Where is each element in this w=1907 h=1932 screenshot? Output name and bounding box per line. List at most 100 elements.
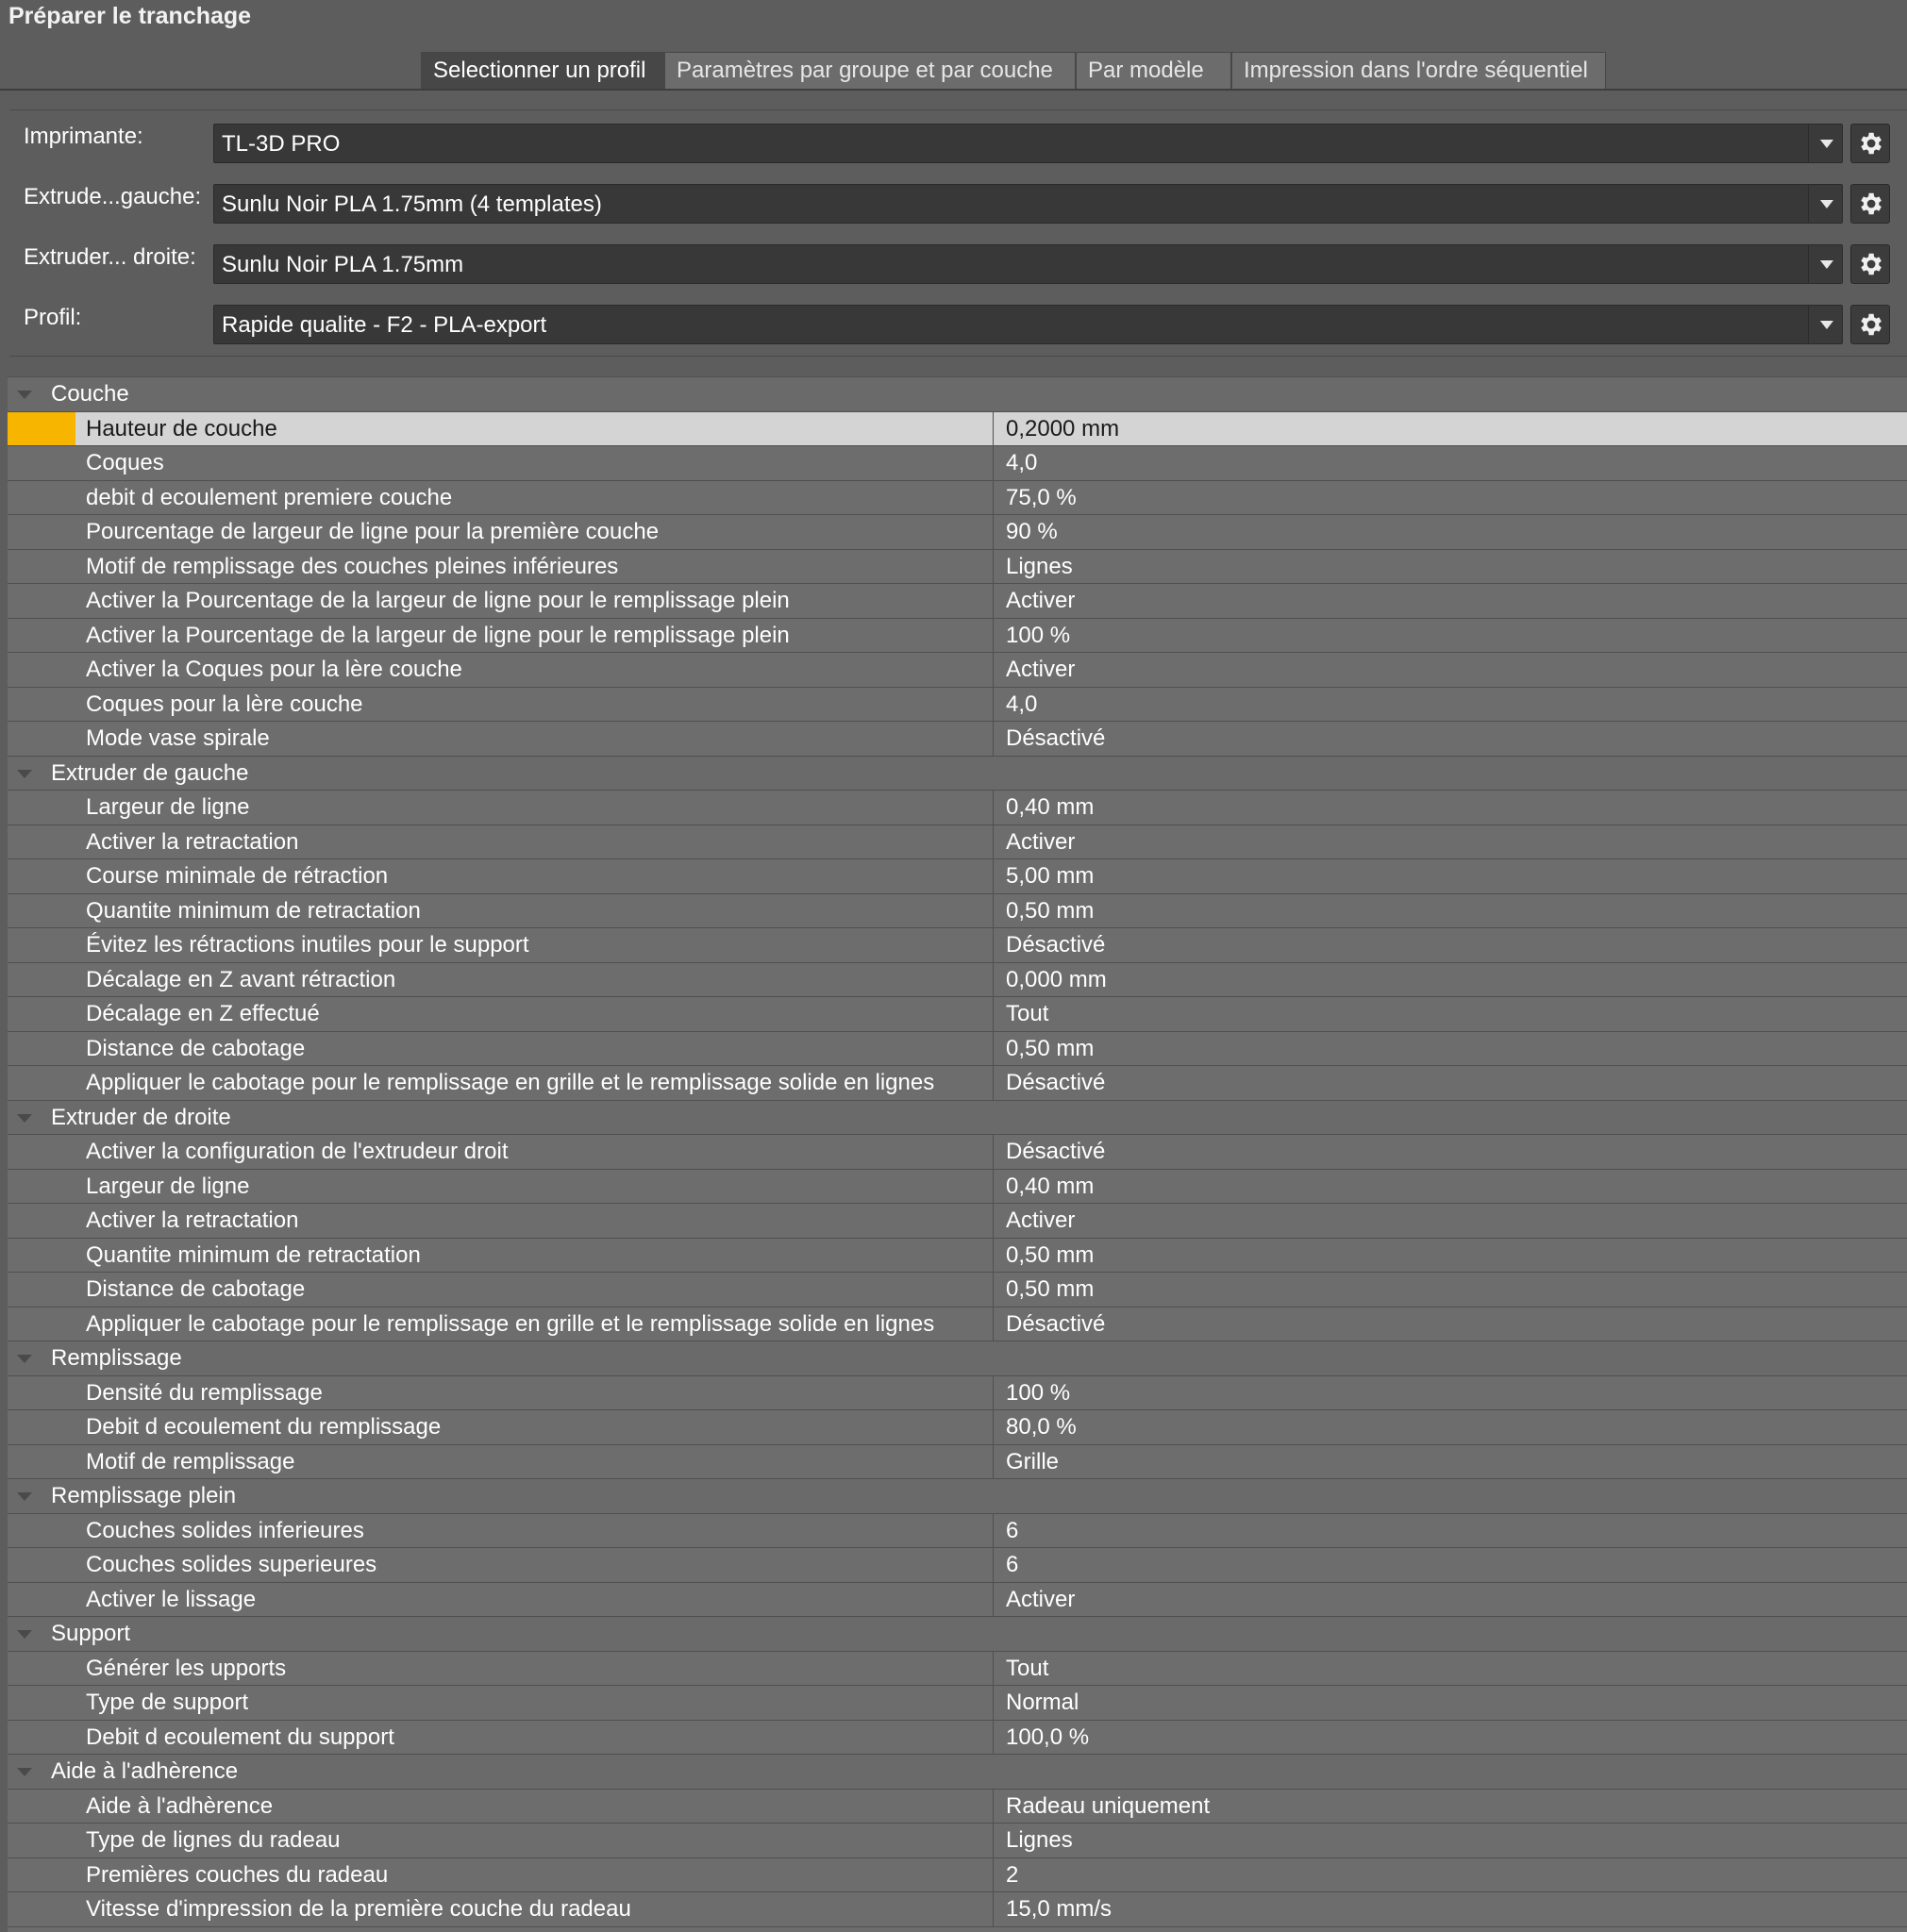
disclosure-triangle-icon[interactable] (17, 1492, 32, 1501)
setting-value[interactable]: Désactivé (993, 928, 1907, 962)
setting-row[interactable]: Type de lignes du radeau Lignes (8, 1824, 1907, 1858)
disclosure-triangle-icon[interactable] (17, 1630, 32, 1639)
setting-row[interactable]: Couches solides inferieures 6 (8, 1513, 1907, 1548)
setting-value[interactable]: Activer (993, 824, 1907, 858)
setting-value[interactable]: 5,00 mm (993, 859, 1907, 893)
chevron-down-icon[interactable] (1808, 125, 1842, 162)
setting-value[interactable]: 100 % (993, 1375, 1907, 1409)
setting-row[interactable]: Premières couches du radeau 2 (8, 1857, 1907, 1892)
setting-value[interactable]: 0,2000 mm (993, 411, 1907, 445)
setting-row[interactable]: Coques pour la lère couche 4,0 (8, 687, 1907, 722)
setting-row[interactable]: Course minimale de rétraction 5,00 mm (8, 859, 1907, 894)
group-row[interactable]: Remplissage (8, 1341, 1907, 1376)
setting-value[interactable]: 4,0 (993, 446, 1907, 480)
profile-select[interactable]: Rapide qualite - F2 - PLA-export (213, 305, 1843, 344)
setting-value[interactable]: 90 % (993, 515, 1907, 549)
setting-row[interactable]: debit d ecoulement premiere couche 75,0 % (8, 480, 1907, 515)
setting-value[interactable]: Désactivé (993, 1307, 1907, 1341)
group-row[interactable]: Extruder de droite (8, 1100, 1907, 1135)
setting-row[interactable]: Activer la retractation Activer (8, 1204, 1907, 1239)
setting-value[interactable]: 100 % (993, 618, 1907, 652)
setting-value[interactable]: 0,50 mm (993, 1238, 1907, 1272)
setting-row[interactable]: Décalage en Z avant rétraction 0,000 mm (8, 962, 1907, 997)
disclosure-triangle-icon[interactable] (17, 1113, 32, 1123)
tab-per-model[interactable]: Par modèle (1076, 52, 1231, 89)
setting-value[interactable]: 0,40 mm (993, 791, 1907, 824)
setting-row[interactable]: Couches solides superieures 6 (8, 1548, 1907, 1583)
setting-row[interactable]: Mode vase spirale Désactivé (8, 722, 1907, 757)
setting-row[interactable]: Quantite minimum de retractation 0,50 mm (8, 1238, 1907, 1273)
setting-value[interactable]: 6 (993, 1513, 1907, 1547)
setting-value[interactable]: 0,40 mm (993, 1169, 1907, 1203)
group-row[interactable]: Couche (8, 377, 1907, 412)
setting-row[interactable]: Type de support Normal (8, 1686, 1907, 1721)
printer-settings-button[interactable] (1850, 124, 1890, 163)
setting-value[interactable]: Désactivé (993, 1066, 1907, 1100)
setting-value[interactable]: Activer (993, 1204, 1907, 1238)
setting-row[interactable]: Quantite minimum de retractation 0,50 mm (8, 893, 1907, 928)
extruder-right-select[interactable]: Sunlu Noir PLA 1.75mm (213, 244, 1843, 284)
chevron-down-icon[interactable] (1808, 306, 1842, 343)
setting-value[interactable]: 6 (993, 1548, 1907, 1582)
setting-row[interactable]: Décalage en Z effectué Tout (8, 997, 1907, 1032)
setting-value[interactable]: 0,50 mm (993, 1273, 1907, 1307)
setting-value[interactable]: Lignes (993, 549, 1907, 583)
group-row[interactable]: Aide à l'adhèrence (8, 1755, 1907, 1790)
setting-row[interactable]: Appliquer le cabotage pour le remplissag… (8, 1307, 1907, 1341)
setting-row[interactable]: Activer la Pourcentage de la largeur de … (8, 618, 1907, 653)
setting-row[interactable]: Aide à l'adhèrence Radeau uniquement (8, 1789, 1907, 1824)
setting-row[interactable]: Debit d ecoulement du support 100,0 % (8, 1720, 1907, 1755)
setting-row[interactable]: Activer la configuration de l'extrudeur … (8, 1135, 1907, 1170)
setting-row[interactable]: Motif de remplissage des couches pleines… (8, 549, 1907, 584)
setting-row[interactable]: Motif de remplissage Grille (8, 1444, 1907, 1479)
printer-select[interactable]: TL-3D PRO (213, 124, 1843, 163)
profile-settings-button[interactable] (1850, 305, 1890, 344)
setting-row[interactable]: Densité du remplissage 100 % (8, 1375, 1907, 1410)
setting-row[interactable]: Largeur de ligne 0,40 mm (8, 791, 1907, 825)
setting-row[interactable]: Pourcentage de largeur de ligne pour la … (8, 515, 1907, 550)
chevron-down-icon[interactable] (1808, 245, 1842, 283)
setting-row[interactable]: Activer la retractation Activer (8, 824, 1907, 859)
disclosure-triangle-icon[interactable] (17, 1768, 32, 1776)
disclosure-triangle-icon[interactable] (17, 391, 32, 399)
setting-value[interactable]: 2 (993, 1857, 1907, 1891)
setting-value[interactable]: Tout (993, 997, 1907, 1031)
setting-row[interactable]: Appliquer le cabotage pour le remplissag… (8, 1066, 1907, 1101)
setting-value[interactable]: 4,0 (993, 687, 1907, 721)
setting-value[interactable]: Désactivé (993, 1135, 1907, 1169)
setting-row[interactable]: Largeur de ligne 0,40 mm (8, 1169, 1907, 1204)
setting-row[interactable]: Distance de cabotage 0,50 mm (8, 1273, 1907, 1307)
tab-select-profile[interactable]: Selectionner un profil (421, 52, 664, 89)
setting-value[interactable]: Radeau uniquement (993, 1789, 1907, 1823)
extruder-left-settings-button[interactable] (1850, 184, 1890, 224)
setting-row[interactable]: Vitesse d'impression de la première couc… (8, 1892, 1907, 1927)
setting-value[interactable]: 80,0 % (993, 1410, 1907, 1444)
setting-value[interactable]: 0,50 mm (993, 1031, 1907, 1065)
extruder-right-settings-button[interactable] (1850, 244, 1890, 284)
setting-value[interactable]: Désactivé (993, 722, 1907, 756)
setting-row[interactable]: Distance de cabotage 0,50 mm (8, 1031, 1907, 1066)
setting-value[interactable]: 100,0 % (993, 1720, 1907, 1754)
setting-row[interactable]: Activer la Pourcentage de la largeur de … (8, 584, 1907, 619)
setting-value[interactable]: Activer (993, 1582, 1907, 1616)
setting-value[interactable]: Activer (993, 584, 1907, 618)
setting-value[interactable]: 15,0 mm/s (993, 1892, 1907, 1926)
setting-row[interactable]: Debit d ecoulement du remplissage 80,0 % (8, 1410, 1907, 1445)
group-row[interactable]: Extruder de gauche (8, 756, 1907, 791)
setting-value[interactable]: 0,50 mm (993, 893, 1907, 927)
setting-row[interactable]: Activer le lissage Activer (8, 1582, 1907, 1617)
setting-value[interactable]: 75,0 % (993, 480, 1907, 514)
tab-sequential-printing[interactable]: Impression dans l'ordre séquentiel (1231, 52, 1606, 89)
setting-value[interactable]: Grille (993, 1444, 1907, 1478)
tab-group-layer-settings[interactable]: Paramètres par groupe et par couche (664, 52, 1076, 89)
disclosure-triangle-icon[interactable] (17, 1355, 32, 1363)
setting-value[interactable]: Tout (993, 1651, 1907, 1685)
group-row[interactable]: Remplissage plein (8, 1479, 1907, 1514)
setting-value[interactable]: Lignes (993, 1824, 1907, 1857)
group-row[interactable]: Support (8, 1617, 1907, 1652)
setting-value[interactable]: Normal (993, 1686, 1907, 1720)
setting-row[interactable]: Évitez les rétractions inutiles pour le … (8, 928, 1907, 963)
extruder-left-select[interactable]: Sunlu Noir PLA 1.75mm (4 templates) (213, 184, 1843, 224)
disclosure-triangle-icon[interactable] (17, 769, 32, 778)
setting-row[interactable]: Générer les upports Tout (8, 1651, 1907, 1686)
